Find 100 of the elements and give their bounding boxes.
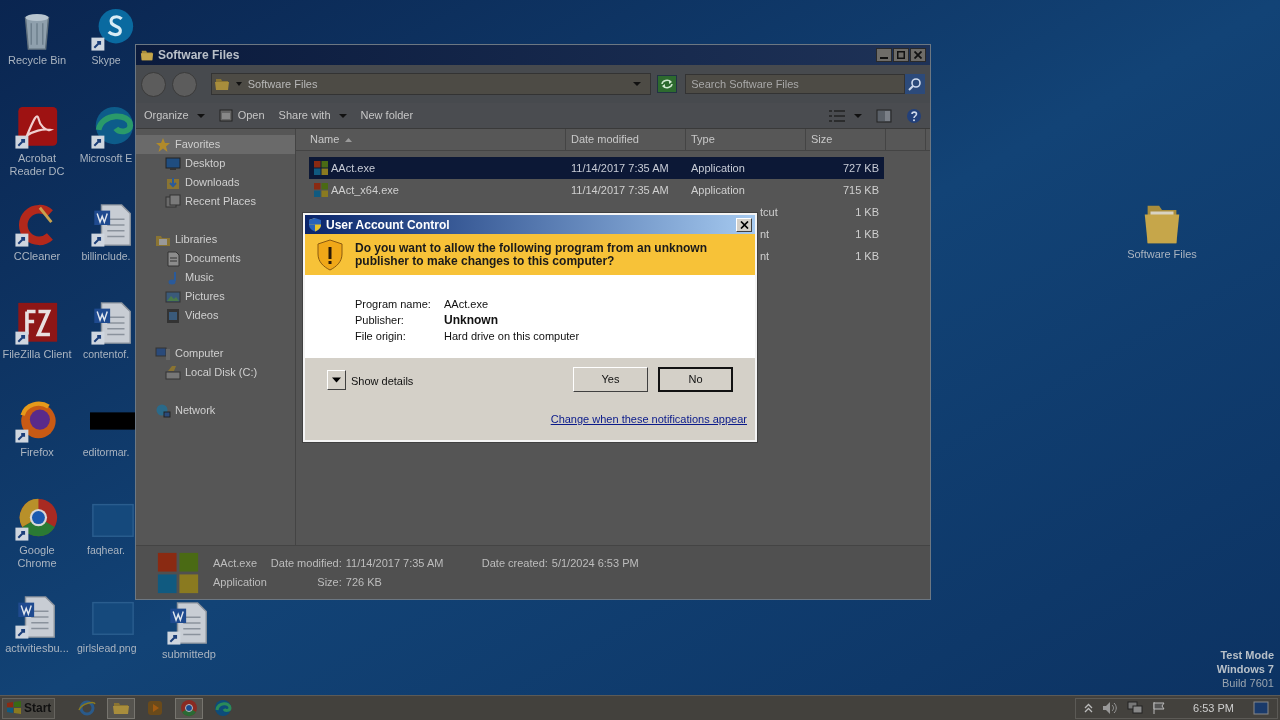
type-cell-text: tcut [760, 204, 779, 220]
nav-item[interactable]: Desktop [136, 154, 295, 173]
windows-logo-icon [6, 701, 22, 715]
dialog-button[interactable]: No [658, 367, 733, 392]
size-cell-text: 1 KB [854, 226, 879, 242]
desktop-icon [165, 155, 181, 172]
desktop-icon-label[interactable]: FileZilla Client [0, 348, 74, 361]
star-icon [155, 136, 171, 153]
system-watermark-text: Build 7601 [1222, 676, 1274, 690]
disk-icon [165, 364, 181, 381]
nav-item[interactable]: Favorites [136, 135, 295, 154]
column-header[interactable]: Date modified [566, 129, 686, 150]
size-cell-text: 727 KB [841, 160, 879, 176]
acrobat-icon[interactable] [14, 104, 60, 150]
preview-pane-icon[interactable] [876, 108, 892, 123]
nav-item[interactable]: Music [136, 268, 295, 287]
size-cell-text: 715 KB [841, 182, 879, 198]
nav-item[interactable]: Network [136, 401, 295, 420]
network-icon[interactable] [1127, 701, 1144, 715]
field-value: Unknown [444, 312, 499, 328]
nav-item[interactable]: Videos [136, 306, 295, 325]
desktop-icon-label[interactable]: billinclude. [77, 250, 135, 263]
minimize-button[interactable] [876, 48, 892, 62]
flag-icon[interactable] [1152, 701, 1167, 715]
size-cell-text: 1 KB [854, 248, 879, 264]
column-header[interactable]: Size [806, 129, 886, 150]
type-cell-text: Application [690, 182, 746, 198]
nav-item[interactable]: Downloads [136, 173, 295, 192]
desktop-icon-label[interactable]: Recycle Bin [0, 54, 74, 67]
file-name: AAct.exe [331, 160, 376, 176]
nav-item[interactable]: Computer [136, 344, 295, 363]
speaker-icon[interactable] [1102, 701, 1119, 715]
search-field[interactable]: Search Software Files [685, 74, 906, 94]
dialog-title: User Account Control [326, 216, 451, 234]
date-cell-text: 11/14/2017 7:35 AM [570, 182, 670, 198]
search-button[interactable] [905, 74, 925, 94]
desktop-icon-label[interactable]: editormar. [77, 446, 135, 459]
toolbar-button[interactable]: Open [218, 107, 265, 124]
system-watermark-text: Windows 7 [1216, 662, 1274, 676]
refresh-button[interactable] [657, 75, 678, 93]
caret-icon [338, 112, 347, 119]
folder-icon [213, 76, 230, 92]
edge-icon[interactable] [90, 104, 136, 150]
expand-details-button[interactable] [327, 369, 346, 390]
toolbar-button[interactable]: New folder [360, 107, 414, 124]
file-row[interactable]: AAct.exe 11/14/2017 7:35 AM Application 727 KB [309, 157, 884, 179]
field-value: AAct.exe [444, 297, 490, 312]
edge-icon [214, 699, 233, 717]
detail-value: 11/14/2017 7:35 AM [345, 555, 445, 571]
skype-icon[interactable] [90, 6, 136, 52]
taskbar-button[interactable] [175, 697, 204, 719]
desktop-icon-label[interactable]: submittedp [152, 648, 226, 661]
desktop-icon-label[interactable]: Software Files [1127, 246, 1197, 263]
type-cell-text: Application [690, 160, 746, 176]
column-header[interactable]: Type [686, 129, 806, 150]
desktop-icon-label[interactable]: Acrobat Reader DC [0, 152, 74, 178]
close-icon [739, 220, 749, 229]
nav-item[interactable]: Local Disk (C:) [136, 363, 295, 382]
column-header[interactable]: Name [296, 129, 566, 150]
minimize-icon [880, 57, 888, 59]
chrome-icon[interactable] [14, 496, 60, 542]
chrome-icon [180, 699, 199, 717]
caret-icon [332, 376, 341, 383]
chevron-up-icon[interactable] [1084, 703, 1094, 713]
filezilla-icon[interactable] [14, 300, 60, 346]
desktop-icon-label[interactable]: activitiesbu... [0, 642, 74, 655]
toolbar-button[interactable]: Share with [278, 107, 347, 124]
desktop-icon-label[interactable]: CCleaner [0, 250, 74, 263]
field-label: Publisher: [355, 313, 405, 328]
detail-value: 5/1/2024 6:53 PM [551, 555, 639, 571]
address-bar[interactable]: Software Files [210, 73, 652, 95]
field-value: Hard drive on this computer [444, 329, 581, 344]
size-cell-text: 1 KB [854, 204, 879, 220]
nav-item[interactable]: Documents [136, 249, 295, 268]
shield-icon [308, 217, 322, 232]
notification-settings-link[interactable]: Change when these notifications appear [550, 411, 747, 428]
clock[interactable]: 6:53 PM [1193, 699, 1234, 717]
show-details-label[interactable]: Show details [351, 372, 563, 390]
maximize-button[interactable] [893, 48, 909, 62]
desktop-icon-label[interactable]: Microsoft E [77, 152, 135, 165]
desktop-icon-label[interactable]: Skype [77, 54, 135, 67]
taskbar-button[interactable] [107, 697, 136, 719]
help-icon[interactable] [906, 107, 922, 124]
detail-label: Size: [316, 575, 342, 590]
dialog-button[interactable]: Yes [573, 367, 648, 392]
refresh-icon [660, 78, 675, 90]
nav-item[interactable]: Recent Places [136, 192, 295, 211]
address-text: Software Files [247, 76, 319, 92]
window-icon [218, 109, 233, 122]
desktop-icon-label[interactable]: Firefox [0, 446, 74, 459]
nav-item[interactable]: Libraries [136, 230, 295, 249]
desktop-icon-label[interactable]: faqhear. [77, 544, 135, 557]
desktop-icon-label[interactable]: contentof. [77, 348, 135, 361]
desktop-icon-label[interactable]: Google Chrome [0, 544, 74, 570]
file-row[interactable]: AAct_x64.exe 11/14/2017 7:35 AM Application 715 KB [309, 179, 884, 201]
toolbar-button[interactable]: Organize [144, 107, 205, 124]
window-title: Software Files [158, 47, 241, 64]
desktop-icon-label[interactable]: girlslead.png [77, 642, 135, 655]
nav-item[interactable]: Pictures [136, 287, 295, 306]
media-player-icon [146, 699, 165, 717]
